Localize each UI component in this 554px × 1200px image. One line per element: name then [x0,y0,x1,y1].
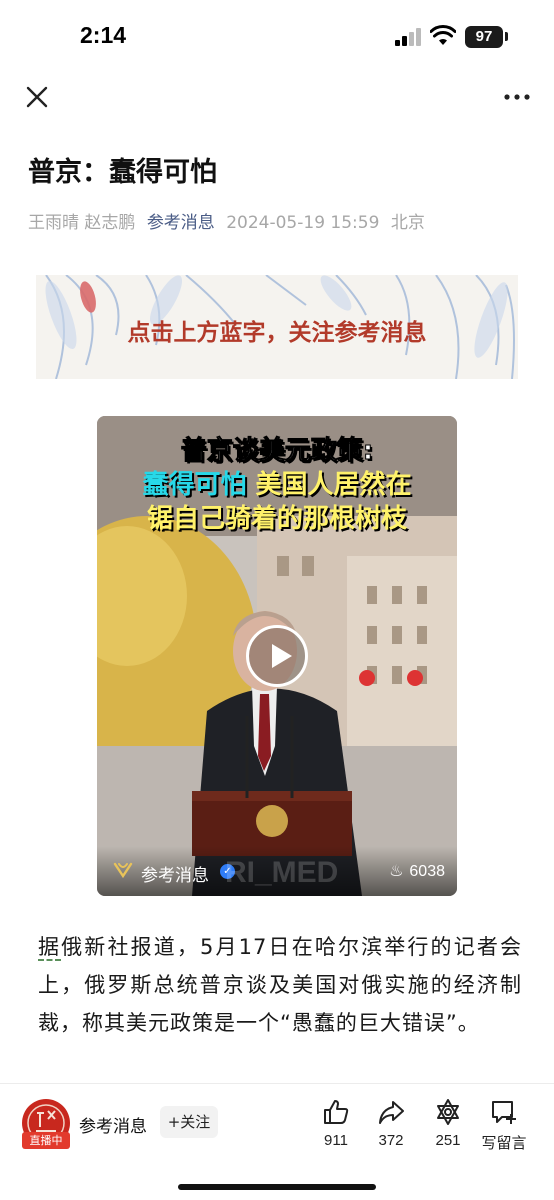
thumbs-up-icon [324,1100,349,1124]
channel-logo-icon [113,862,133,879]
banner-text: 点击上方蓝字，关注参考消息 [127,319,427,346]
video-player[interactable]: 普京谈美元政策: 蠢得可怕 美国人居然在 锯自己骑着的那根树枝 参考消息 ✓ R… [97,416,457,896]
battery-indicator: 97 [465,26,503,48]
live-badge: 直播中 [22,1132,70,1149]
account-name[interactable]: 参考消息 [79,1112,147,1137]
video-channel-name[interactable]: 参考消息 [141,861,209,886]
share-arrow-icon [379,1101,404,1124]
paragraph-text: 俄新社报道，5月17日在哈尔滨举行的记者会上，俄罗斯总统普京谈及美国对俄实施的经… [38,935,522,1035]
article-title: 普京：蠢得可怕 [28,157,217,188]
collect-button[interactable]: 251 [418,1098,478,1149]
article-datetime: 2024-05-19 15:59 [226,213,380,233]
bottom-action-bar: 直播中 参考消息 +关注 911 372 251 写留言 [0,1083,554,1200]
like-count: 911 [324,1132,348,1149]
comment-add-icon [492,1101,516,1124]
play-icon[interactable] [246,625,308,687]
star-of-david-icon [437,1099,459,1125]
article-location: 北京 [390,213,425,233]
wifi-icon [430,25,456,45]
status-time: 2:14 [80,22,127,48]
video-footer: 参考消息 ✓ RI_MED ♨ 6038 [97,846,457,896]
article-paragraph: 据俄新社报道，5月17日在哈尔滨举行的记者会上，俄罗斯总统普京谈及美国对俄实施的… [38,928,522,1042]
paragraph-link-word[interactable]: 据 [38,935,62,961]
video-headline-line2a: 蠢得可怕 [142,470,247,500]
follow-button[interactable]: +关注 [160,1106,218,1138]
write-comment-button[interactable]: 写留言 [474,1098,534,1153]
battery-tip [505,32,508,41]
like-button[interactable]: 911 [306,1098,366,1149]
signal-icon [395,28,423,46]
article-authors: 王雨晴 赵志鹏 [28,213,136,233]
heat-count-value: 6038 [409,863,445,880]
share-button[interactable]: 372 [361,1098,421,1149]
follow-banner[interactable]: 点击上方蓝字，关注参考消息 [36,275,518,379]
video-headline-line3: 锯自己骑着的那根树枝 [146,504,407,534]
more-horizontal-icon[interactable] [500,84,534,110]
video-headline-line2b: 美国人居然在 [255,470,412,500]
video-headline: 普京谈美元政策: 蠢得可怕 美国人居然在 锯自己骑着的那根树枝 [97,434,457,536]
collect-count: 251 [435,1132,461,1149]
write-comment-label: 写留言 [481,1135,527,1152]
video-headline-line1: 普京谈美元政策: [180,436,374,467]
close-icon[interactable] [22,82,52,112]
video-heat-count: ♨ 6038 [389,861,445,881]
article-source-link[interactable]: 参考消息 [147,213,215,233]
video-watermark: RI_MED [225,856,339,889]
home-indicator[interactable] [178,1184,376,1190]
flame-icon: ♨ [389,863,404,880]
status-bar: 2:14 97 [0,0,554,76]
article-meta: 王雨晴 赵志鹏 参考消息 2024-05-19 15:59 北京 [28,208,425,233]
share-count: 372 [378,1132,404,1149]
